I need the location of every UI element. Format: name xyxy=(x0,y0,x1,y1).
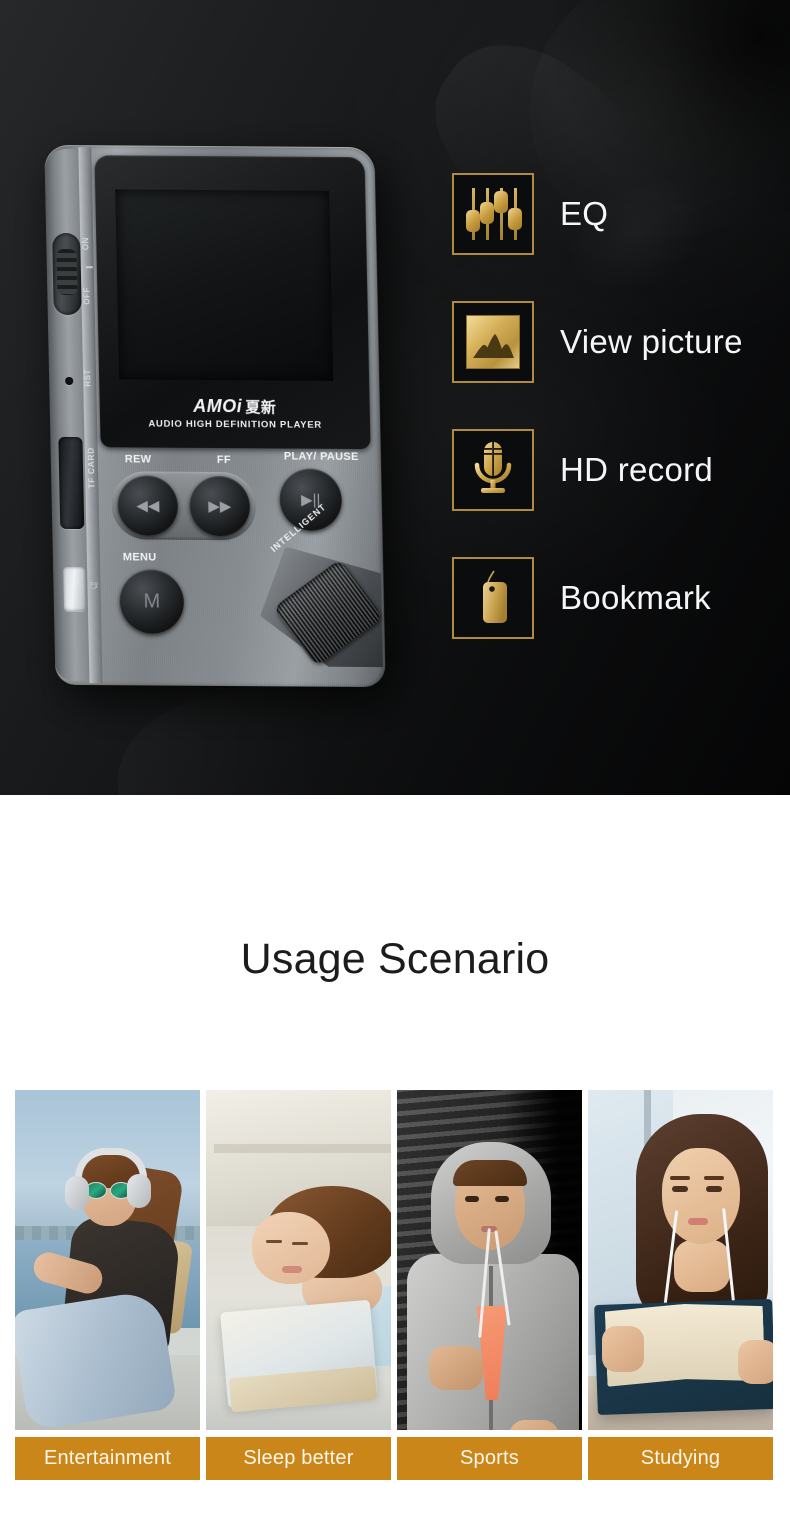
scenario-photo-sleep-better xyxy=(206,1090,391,1431)
scenario-card[interactable]: Sleep better xyxy=(206,1090,391,1480)
hero-banner: ON OFF RST TF CARD ⎌ AMOi 夏新 AUDIO HIGH D… xyxy=(0,0,790,795)
device-screen xyxy=(115,189,334,381)
product-device-image: ON OFF RST TF CARD ⎌ AMOi 夏新 AUDIO HIGH D… xyxy=(38,138,388,698)
reset-label: RST xyxy=(82,369,93,387)
menu-label: MENU xyxy=(122,551,157,564)
feature-item-bookmark: Bookmark xyxy=(452,556,782,640)
ff-label: FF xyxy=(216,454,232,467)
play-pause-label: PLAY/ PAUSE xyxy=(283,450,359,464)
section-title: Usage Scenario xyxy=(240,935,550,983)
feature-label: Bookmark xyxy=(560,579,711,616)
feature-icon-frame xyxy=(452,173,534,255)
scenario-caption: Sleep better xyxy=(206,1437,391,1480)
scenario-photo-entertainment xyxy=(15,1090,200,1431)
scenario-card[interactable]: Sports xyxy=(397,1090,582,1480)
scenario-caption: Entertainment xyxy=(15,1437,200,1480)
feature-icon-frame xyxy=(452,429,534,511)
scenario-photo-studying xyxy=(588,1090,773,1431)
equalizer-icon xyxy=(465,186,522,242)
feature-item-eq: EQ xyxy=(452,172,782,256)
rew-label: REW xyxy=(124,453,152,466)
feature-label: View picture xyxy=(560,323,743,360)
reset-pinhole[interactable] xyxy=(65,376,74,386)
tf-card-label: TF CARD xyxy=(85,447,97,489)
menu-button[interactable]: M xyxy=(119,569,185,634)
usage-scenario-section: Usage Scenario Entertainment Sleep bette… xyxy=(0,795,790,1538)
scenario-grid: Entertainment Sleep better Sports Studyi… xyxy=(15,1090,775,1480)
scenario-photo-sports xyxy=(397,1090,582,1431)
tf-card-slot[interactable] xyxy=(58,436,85,530)
feature-icon-frame xyxy=(452,557,534,639)
usb-icon: ⎌ xyxy=(87,579,100,591)
switch-divider xyxy=(85,266,93,269)
feature-label: HD record xyxy=(560,451,714,488)
rewind-button[interactable]: ◀◀ xyxy=(117,475,179,536)
feature-list: EQ View picture HD record Bookmark xyxy=(452,172,782,684)
feature-label: EQ xyxy=(560,195,609,232)
power-switch[interactable] xyxy=(52,232,82,316)
scenario-card[interactable]: Entertainment xyxy=(15,1090,200,1480)
switch-off-label: OFF xyxy=(82,287,92,305)
microphone-icon xyxy=(468,440,518,501)
scenario-caption: Studying xyxy=(588,1437,773,1480)
feature-item-hd-record: HD record xyxy=(452,428,782,512)
feature-icon-frame xyxy=(452,301,534,383)
scenario-card[interactable]: Studying xyxy=(588,1090,773,1480)
device-subtitle: AUDIO HIGH DEFINITION PLAYER xyxy=(148,418,322,431)
brand-name-cn: 夏新 xyxy=(245,399,277,417)
picture-icon xyxy=(466,315,520,369)
forward-button[interactable]: ▶▶ xyxy=(189,475,251,537)
scenario-caption: Sports xyxy=(397,1437,582,1480)
brand-logo: AMOi 夏新 xyxy=(99,395,370,418)
feature-item-view-picture: View picture xyxy=(452,300,782,384)
switch-on-label: ON xyxy=(81,237,91,251)
usb-port[interactable] xyxy=(63,566,87,612)
brand-name: AMOi xyxy=(193,395,243,417)
bookmark-tag-icon xyxy=(470,567,516,630)
